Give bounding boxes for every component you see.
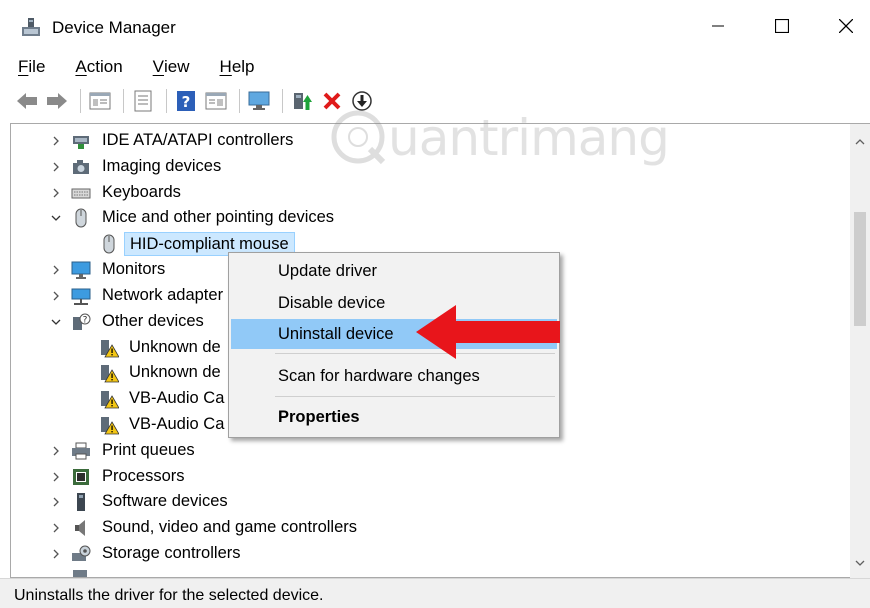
status-bar: Uninstalls the driver for the selected d… <box>0 578 870 608</box>
properties-button[interactable] <box>130 88 156 114</box>
chevron-right-icon[interactable] <box>49 289 63 303</box>
watermark-text: uantrimang <box>388 109 670 167</box>
tree-item-label: Processors <box>102 467 185 485</box>
warning-device-icon <box>101 417 119 435</box>
storage-icon <box>72 545 91 561</box>
tree-item-label: Monitors <box>102 260 166 278</box>
mouse-icon <box>75 208 87 228</box>
unknown-device-icon: ? <box>73 313 91 330</box>
update-driver-button[interactable] <box>289 88 315 114</box>
tree-item-label: Imaging devices <box>102 157 222 175</box>
warning-device-icon <box>101 365 119 383</box>
title-bar: Device Manager <box>0 0 870 52</box>
menu-file[interactable]: File <box>14 57 49 77</box>
tree-item-label: Unknown de <box>129 338 221 356</box>
camera-icon <box>73 160 89 174</box>
close-button[interactable] <box>814 0 870 52</box>
tree-item-label: Keyboards <box>102 183 181 201</box>
tree-item-label: Storage controllers <box>102 544 241 562</box>
speaker-icon <box>75 520 85 536</box>
minimize-button[interactable] <box>686 0 750 52</box>
toolbar-separator <box>239 89 240 113</box>
monitor-icon <box>248 91 270 110</box>
chevron-up-icon <box>855 138 865 144</box>
toolbar-separator <box>166 89 167 113</box>
software-device-icon <box>77 493 85 511</box>
chevron-right-icon[interactable] <box>49 547 63 561</box>
show-hide-tree-icon <box>89 92 111 110</box>
chevron-right-icon[interactable] <box>49 444 63 458</box>
help-button[interactable]: ? <box>173 88 199 114</box>
warning-device-icon <box>101 340 119 358</box>
menu-item-update-driver[interactable]: Update driver <box>231 256 557 286</box>
chevron-down-icon[interactable] <box>49 211 63 225</box>
chevron-down-icon[interactable] <box>49 315 63 329</box>
close-icon <box>839 19 853 33</box>
scrollbar-thumb[interactable] <box>854 212 866 326</box>
menu-item-scan-hardware[interactable]: Scan for hardware changes <box>231 361 557 391</box>
device-manager-icon <box>22 18 40 36</box>
menu-action[interactable]: Action <box>71 57 126 77</box>
tree-item-label: Mice and other pointing devices <box>102 208 335 226</box>
ide-controller-icon <box>73 136 89 149</box>
tree-item-label: Sound, video and game controllers <box>102 518 357 536</box>
printer-icon <box>72 442 90 460</box>
forward-button[interactable] <box>44 88 70 114</box>
menu-view[interactable]: View <box>149 57 194 77</box>
tree-item-label: Unknown de <box>129 363 221 381</box>
chevron-down-icon <box>855 560 865 566</box>
view-button[interactable] <box>203 88 229 114</box>
menu-item-properties[interactable]: Properties <box>231 402 557 432</box>
scroll-up-arrow[interactable] <box>850 132 870 150</box>
svg-text:?: ? <box>182 93 191 111</box>
tree-item-label: Software devices <box>102 492 228 510</box>
menu-bar: File Action View Help <box>0 52 870 82</box>
tree-item-label: Network adapter <box>102 286 224 304</box>
back-button[interactable] <box>14 88 40 114</box>
help-icon: ? <box>177 91 195 111</box>
tree-item-label: IDE ATA/ATAPI controllers <box>102 131 294 149</box>
processor-icon <box>73 469 89 485</box>
chevron-right-icon[interactable] <box>49 186 63 200</box>
chevron-right-icon[interactable] <box>49 160 63 174</box>
chevron-right-icon[interactable] <box>49 263 63 277</box>
menu-help[interactable]: Help <box>216 57 259 77</box>
scroll-down-arrow[interactable] <box>850 554 870 572</box>
maximize-button[interactable] <box>750 0 814 52</box>
chevron-right-icon[interactable] <box>49 134 63 148</box>
status-text: Uninstalls the driver for the selected d… <box>14 587 324 604</box>
toolbar-separator <box>123 89 124 113</box>
red-arrow-annotation <box>416 305 560 359</box>
tree-item-label: VB-Audio Ca <box>129 389 225 407</box>
toolbar-separator <box>282 89 283 113</box>
forward-icon <box>47 93 67 109</box>
mouse-icon <box>103 234 115 254</box>
maximize-icon <box>775 19 789 33</box>
keyboard-icon <box>71 188 91 199</box>
svg-text:?: ? <box>83 316 88 326</box>
back-icon <box>17 93 37 109</box>
tree-item-label: Other devices <box>102 312 204 330</box>
update-driver-icon <box>294 93 312 110</box>
system-device-icon <box>73 570 87 577</box>
warning-device-icon <box>101 391 119 409</box>
toolbar-separator <box>80 89 81 113</box>
chevron-right-icon[interactable] <box>49 521 63 535</box>
chevron-right-icon[interactable] <box>49 470 63 484</box>
properties-icon <box>134 90 152 112</box>
watermark-logo-icon <box>331 110 386 165</box>
network-icon <box>71 288 91 305</box>
vertical-scrollbar[interactable] <box>850 124 870 578</box>
watermark: uantrimang <box>328 103 670 173</box>
chevron-right-icon[interactable] <box>49 495 63 509</box>
monitor-icon <box>71 261 91 279</box>
show-hide-tree-button[interactable] <box>87 88 113 114</box>
view-icon <box>205 92 227 110</box>
tree-item-label: VB-Audio Ca <box>129 415 225 433</box>
window-title: Device Manager <box>52 18 176 37</box>
tree-item-label: Print queues <box>102 441 195 459</box>
monitor-button[interactable] <box>246 88 272 114</box>
menu-separator <box>275 396 555 397</box>
minimize-icon <box>712 25 724 27</box>
